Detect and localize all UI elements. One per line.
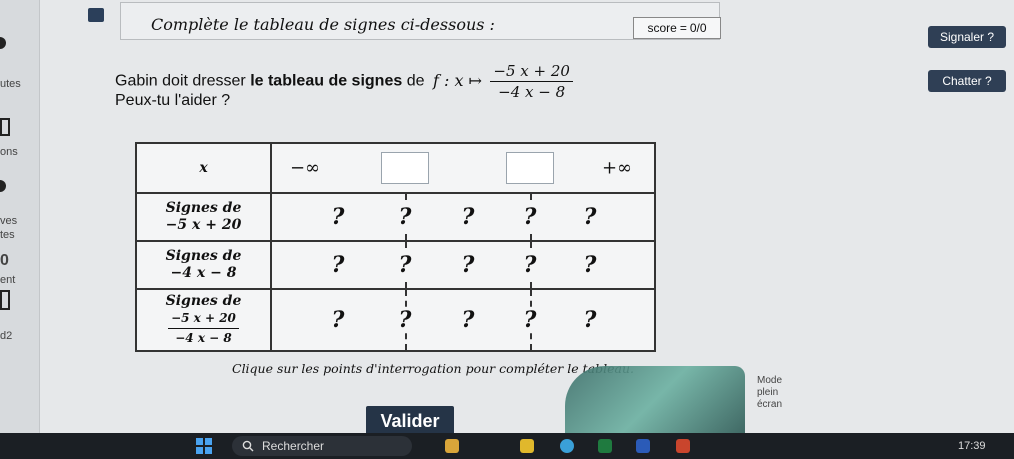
row-label-fraction: −5 x + 20 −4 x − 8 — [168, 310, 239, 347]
search-icon — [242, 440, 254, 452]
sign-question[interactable]: ? — [584, 307, 597, 333]
question-part: de — [406, 72, 425, 90]
sign-question[interactable]: ? — [523, 204, 537, 230]
plus-infinity: +∞ — [601, 157, 633, 179]
question-part: Gabin doit dresser — [115, 72, 246, 90]
quotient-signs-row: ? ? ? ? ? — [270, 288, 656, 352]
row-label-quotient: Signes de −5 x + 20 −4 x − 8 — [135, 288, 272, 352]
score-label: score — [647, 21, 677, 35]
row-label-expr: −4 x − 8 — [170, 265, 237, 281]
sidebar-bullet-icon — [0, 180, 6, 192]
mode-line: écran — [757, 399, 783, 410]
app-icon[interactable] — [520, 439, 534, 453]
sign-question[interactable]: ? — [523, 307, 537, 333]
sign-question[interactable]: ? — [332, 307, 345, 333]
sidebar-item[interactable]: ons — [0, 146, 18, 158]
taskbar: Rechercher 17:39 — [0, 433, 1014, 459]
sidebar-bullet-icon — [0, 37, 6, 49]
sign-question[interactable]: ? — [398, 252, 412, 278]
sidebar-item[interactable]: 0 — [0, 252, 9, 270]
mode-line: plein — [757, 387, 779, 398]
sidebar-item[interactable]: utes — [0, 78, 21, 90]
sign-question[interactable]: ? — [523, 252, 537, 278]
root-input-1[interactable] — [381, 152, 429, 184]
taskbar-search[interactable]: Rechercher — [232, 436, 412, 456]
sign-question[interactable]: ? — [462, 307, 475, 333]
excel-icon[interactable] — [598, 439, 612, 453]
sidebar-bracket-icon — [0, 118, 10, 136]
sign-question[interactable]: ? — [462, 204, 475, 230]
minus-infinity: −∞ — [289, 157, 321, 179]
word-icon[interactable] — [636, 439, 650, 453]
fraction-numerator: −5 x + 20 — [490, 62, 573, 82]
score-display: score = 0/0 — [633, 17, 721, 39]
help-text: Peux-tu l'aider ? — [115, 92, 231, 109]
fullscreen-mode-toggle[interactable]: Mode plein écran — [757, 375, 782, 411]
sidebar-pause-icon — [0, 290, 10, 310]
windows-start-icon[interactable] — [196, 438, 212, 454]
powerpoint-icon[interactable] — [676, 439, 690, 453]
report-button[interactable]: Signaler ? — [928, 26, 1006, 48]
browser-icon[interactable] — [560, 439, 574, 453]
sign-question[interactable]: ? — [332, 204, 345, 230]
sign-question[interactable]: ? — [462, 252, 475, 278]
fraction-denominator: −4 x − 8 — [175, 331, 232, 345]
validate-button[interactable]: Valider — [366, 406, 454, 436]
sign-question[interactable]: ? — [584, 252, 597, 278]
file-explorer-icon[interactable] — [445, 439, 459, 453]
row-label-denominator: Signes de −4 x − 8 — [135, 240, 272, 290]
sidebar-item[interactable]: tes — [0, 229, 15, 241]
sign-question[interactable]: ? — [332, 252, 345, 278]
score-value: 0/0 — [689, 21, 707, 35]
sidebar-item[interactable]: ves — [0, 215, 17, 227]
left-sidebar: utes ons ves tes 0 ent d2 — [0, 0, 40, 433]
x-label-text: x — [199, 159, 208, 176]
function-fraction: −5 x + 20 −4 x − 8 — [490, 62, 573, 101]
hint-text: Clique sur les points d'interrogation po… — [232, 361, 634, 376]
row-label-expr: −5 x + 20 — [165, 217, 242, 233]
x-label: x — [135, 142, 272, 194]
sidebar-item[interactable]: ent — [0, 274, 15, 286]
sign-question[interactable]: ? — [398, 204, 412, 230]
sidebar-item[interactable]: d2 — [0, 330, 12, 342]
fraction-numerator: −5 x + 20 — [168, 310, 239, 329]
denominator-signs-row: ? ? ? ? ? — [270, 240, 656, 290]
question-bold: le tableau de signes — [250, 72, 403, 90]
x-values-row: −∞ +∞ — [270, 142, 656, 194]
background-thumbnail — [565, 366, 745, 434]
exercise-header: Complète le tableau de signes ci-dessous… — [120, 2, 721, 40]
chat-button[interactable]: Chatter ? — [928, 70, 1006, 92]
sign-question[interactable]: ? — [584, 204, 597, 230]
fraction-denominator: −4 x − 8 — [498, 83, 566, 101]
root-input-2[interactable] — [506, 152, 554, 184]
instruction-text: Complète le tableau de signes ci-dessous… — [151, 15, 495, 34]
numerator-signs-row: ? ? ? ? ? — [270, 192, 656, 242]
row-label-numerator: Signes de −5 x + 20 — [135, 192, 272, 242]
taskbar-clock: 17:39 — [958, 440, 986, 452]
menu-icon[interactable] — [88, 8, 104, 22]
score-equals: = — [679, 21, 687, 35]
row-label-line: Signes de — [165, 200, 242, 216]
row-label-line: Signes de — [165, 248, 242, 264]
row-label-line: Signes de — [165, 293, 242, 309]
sign-question[interactable]: ? — [398, 307, 412, 333]
sign-table: x −∞ +∞ Signes de −5 x + 20 ? ? ? ? ? Si… — [135, 142, 656, 352]
search-placeholder: Rechercher — [262, 439, 325, 453]
mode-line: Mode — [757, 375, 783, 386]
function-name: f : x ↦ — [432, 70, 482, 90]
